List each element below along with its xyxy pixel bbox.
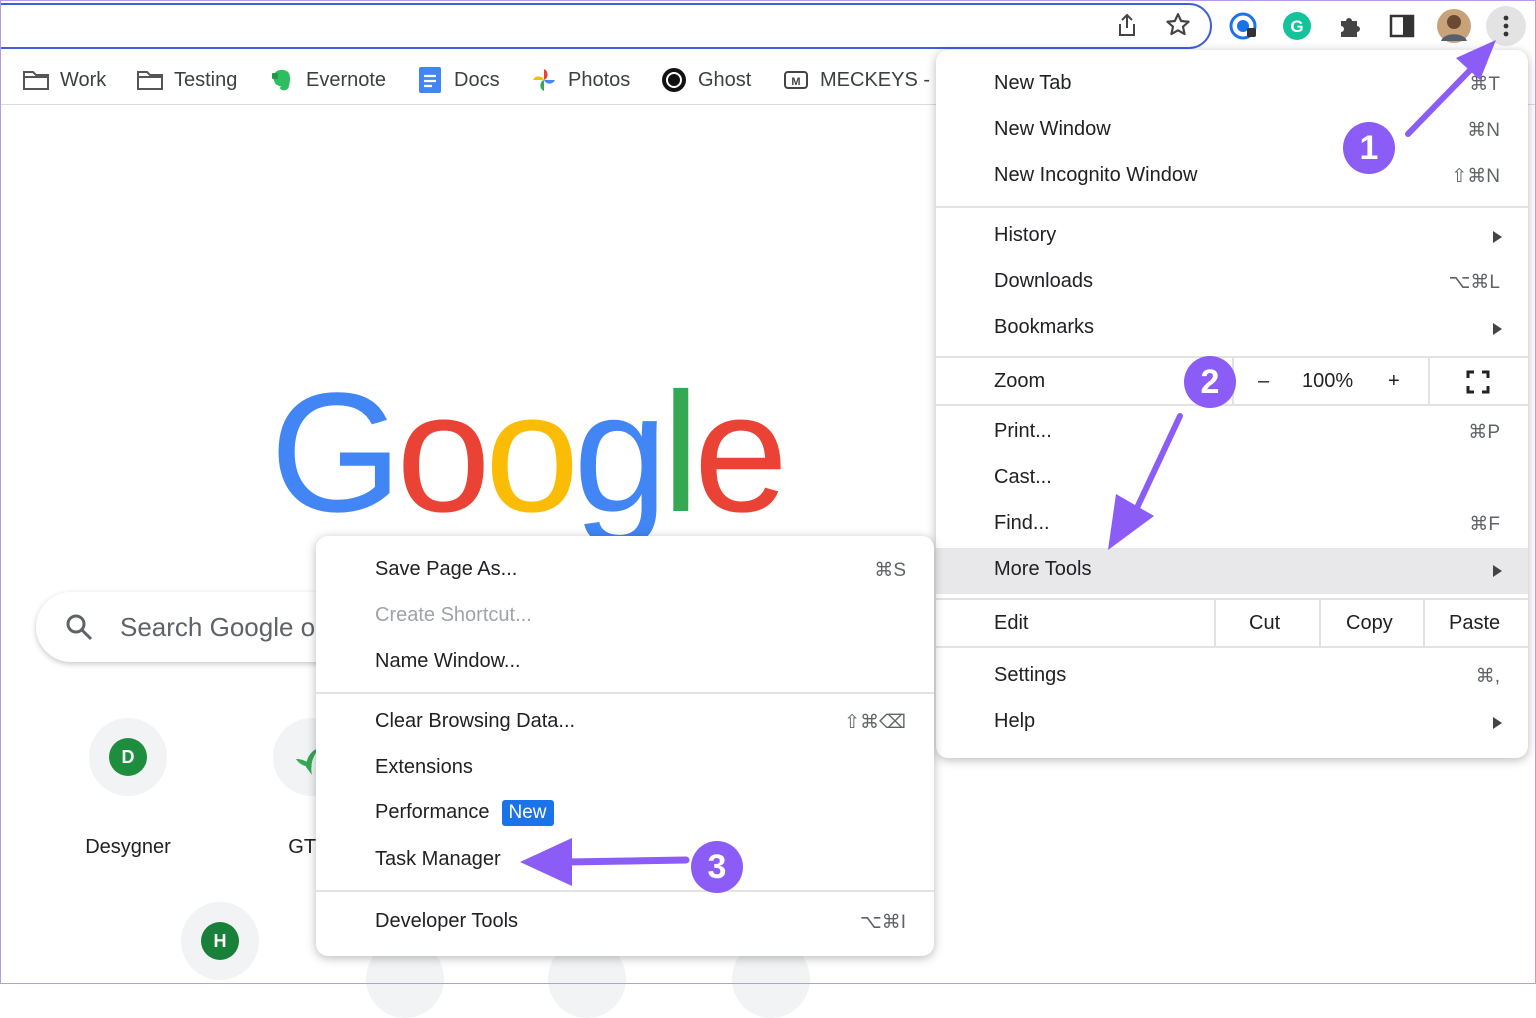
cut-button[interactable]: Cut	[1249, 612, 1280, 635]
menu-item-print[interactable]: Print... ⌘P	[936, 410, 1528, 456]
menu-divider	[936, 646, 1528, 648]
menu-item-history[interactable]: History	[936, 214, 1528, 260]
zoom-out-button[interactable]: –	[1258, 370, 1269, 393]
menu-item-create-shortcut: Create Shortcut...	[375, 604, 532, 626]
zoom-in-button[interactable]: +	[1388, 370, 1400, 393]
edit-divider	[1319, 600, 1321, 648]
menu-item-bookmarks[interactable]: Bookmarks	[936, 306, 1528, 352]
callout-badge-2: 2	[1184, 356, 1236, 408]
logo-letter: G	[270, 358, 402, 548]
menu-divider	[936, 206, 1528, 208]
svg-text:G: G	[1290, 17, 1303, 36]
shortcut-label: Desygner	[85, 836, 171, 858]
bookmark-work[interactable]: Work	[22, 66, 106, 94]
menu-item-extensions[interactable]: Extensions	[316, 746, 934, 792]
logo-letter: g	[573, 358, 668, 548]
submenu-arrow-icon	[1493, 323, 1502, 335]
evernote-icon	[268, 68, 296, 92]
kebab-icon	[1503, 15, 1509, 37]
side-panel-icon[interactable]	[1386, 10, 1418, 42]
photos-icon	[530, 68, 558, 92]
profile-avatar[interactable]	[1436, 8, 1472, 44]
submenu-arrow-icon	[1493, 717, 1502, 729]
callout-badge-3: 3	[691, 841, 743, 893]
paste-button[interactable]: Paste	[1449, 612, 1500, 635]
menu-item-task-manager[interactable]: Task Manager	[316, 838, 934, 884]
menu-divider	[936, 404, 1528, 406]
copy-button[interactable]: Copy	[1346, 612, 1393, 635]
grammarly-icon[interactable]: G	[1281, 10, 1313, 42]
meckeys-icon: M	[782, 68, 810, 92]
menu-item-new-incognito-window[interactable]: New Incognito Window ⇧⌘N	[936, 154, 1528, 200]
shortcut-tile[interactable]: H	[140, 902, 300, 980]
menu-item-cast[interactable]: Cast...	[936, 456, 1528, 502]
svg-text:M: M	[791, 76, 800, 88]
folder-icon	[22, 68, 50, 92]
menu-item-settings[interactable]: Settings ⌘,	[936, 654, 1528, 700]
new-badge: New	[501, 800, 554, 826]
menu-item-developer-tools[interactable]: Developer Tools ⌥⌘I	[316, 900, 934, 946]
extensions-puzzle-icon[interactable]	[1334, 10, 1366, 42]
chrome-main-menu: New Tab ⌘T New Window ⌘N New Incognito W…	[936, 50, 1528, 758]
submenu-arrow-icon	[1493, 231, 1502, 243]
callout-badge-1: 1	[1343, 122, 1395, 174]
submenu-arrow-icon	[1493, 565, 1502, 577]
menu-item-name-window[interactable]: Name Window...	[316, 640, 934, 686]
search-placeholder: Search Google or	[120, 612, 324, 642]
ghost-icon	[660, 68, 688, 92]
logo-letter: e	[693, 358, 789, 548]
zoom-divider	[1428, 358, 1430, 406]
logo-letter: l	[661, 358, 700, 548]
bookmark-star-icon[interactable]	[1165, 12, 1191, 38]
menu-divider	[316, 692, 934, 694]
bookmark-ghost[interactable]: Ghost	[660, 66, 751, 94]
shortcut-tile[interactable]: D Desygner	[48, 718, 208, 859]
menu-item-new-window[interactable]: New Window ⌘N	[936, 108, 1528, 154]
share-icon[interactable]	[1114, 12, 1140, 38]
menu-item-help[interactable]: Help	[936, 700, 1528, 746]
folder-icon	[136, 68, 164, 92]
menu-item-new-tab[interactable]: New Tab ⌘T	[936, 62, 1528, 108]
zoom-level: 100%	[1302, 370, 1354, 392]
google-logo: Google	[270, 358, 789, 548]
menu-divider	[316, 890, 934, 892]
bookmark-evernote[interactable]: Evernote	[268, 66, 386, 94]
menu-item-clear-browsing-data[interactable]: Clear Browsing Data... ⇧⌘⌫	[316, 700, 934, 746]
address-bar[interactable]	[0, 3, 1212, 49]
menu-item-find[interactable]: Find... ⌘F	[936, 502, 1528, 548]
chrome-menu-button[interactable]	[1486, 6, 1526, 46]
docs-icon	[416, 67, 444, 93]
search-icon	[64, 612, 94, 647]
bookmark-docs[interactable]: Docs	[416, 66, 500, 94]
bookmark-meckeys[interactable]: M MECKEYS -	[782, 66, 930, 94]
bookmark-testing[interactable]: Testing	[136, 66, 237, 94]
menu-row-edit: Edit Cut Copy Paste	[936, 600, 1528, 648]
more-tools-submenu: Save Page As... ⌘S Create Shortcut... Na…	[316, 536, 934, 956]
menu-item-more-tools[interactable]: More Tools	[936, 548, 1528, 594]
shortcut-avatar: D	[109, 738, 147, 776]
edit-divider	[1214, 600, 1216, 648]
bookmark-photos[interactable]: Photos	[530, 66, 630, 94]
shortcut-circle: D	[89, 718, 167, 796]
shortcut-circle: H	[181, 902, 259, 980]
menu-item-downloads[interactable]: Downloads ⌥⌘L	[936, 260, 1528, 306]
logo-letter: o	[484, 358, 580, 548]
edit-divider	[1423, 600, 1425, 648]
fullscreen-icon[interactable]	[1466, 370, 1490, 399]
password-manager-icon[interactable]	[1228, 10, 1260, 42]
shortcut-avatar: H	[201, 922, 239, 960]
menu-item-performance[interactable]: Performance New	[316, 792, 934, 838]
menu-item-save-page-as[interactable]: Save Page As... ⌘S	[316, 548, 934, 594]
logo-letter: o	[396, 358, 491, 548]
